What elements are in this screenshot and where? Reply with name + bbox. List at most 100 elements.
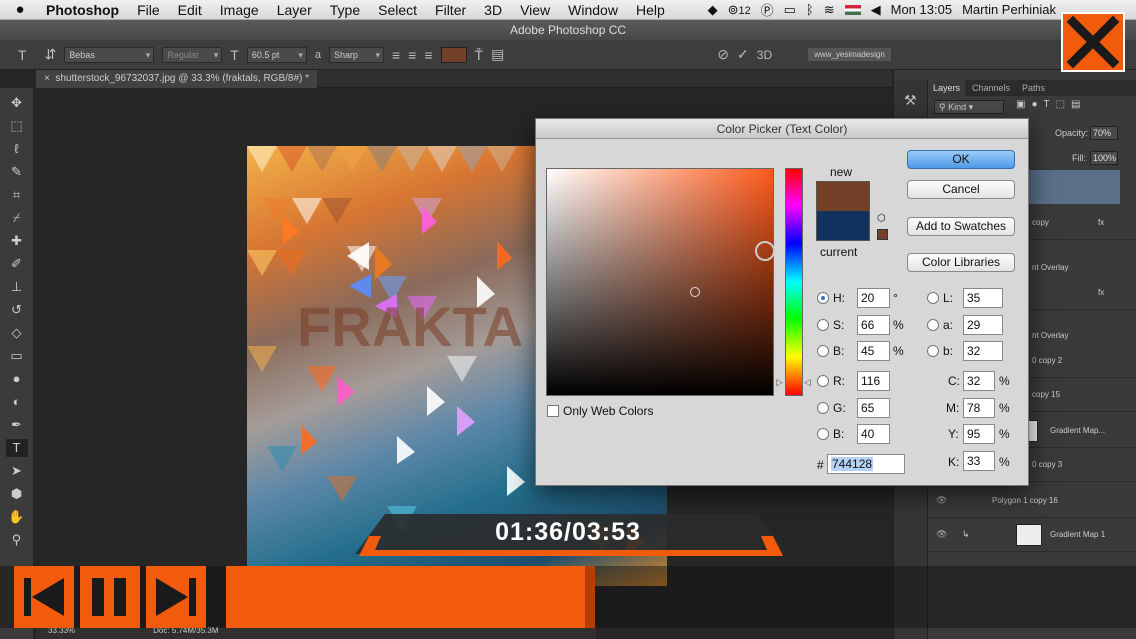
menu-window[interactable]: Window [559, 0, 627, 20]
selected-layer-highlight[interactable] [1029, 170, 1120, 204]
close-tab-icon[interactable]: × [44, 73, 50, 84]
healing-tool-icon[interactable]: ✚ [6, 232, 28, 250]
only-web-colors-checkbox[interactable] [547, 405, 559, 417]
character-panel-icon[interactable]: ▤ [491, 46, 504, 63]
marquee-tool-icon[interactable]: ⬚ [6, 117, 28, 135]
eyedropper-tool-icon[interactable]: ⌿ [6, 209, 28, 227]
path-select-tool-icon[interactable]: ➤ [6, 462, 28, 480]
history-brush-icon[interactable]: ↺ [6, 301, 28, 319]
menu-help[interactable]: Help [627, 0, 674, 20]
fx-icon[interactable]: fx [1098, 288, 1104, 297]
hue-slider-right-arrow[interactable]: ◁ [804, 377, 811, 388]
pen-tool-icon[interactable]: ✒ [6, 416, 28, 434]
shape-tool-icon[interactable]: ⬢ [6, 485, 28, 503]
magenta-input[interactable]: 78 [963, 398, 995, 418]
apple-icon[interactable]: ● [0, 1, 40, 18]
hand-tool-icon[interactable]: ✋ [6, 508, 28, 526]
lab-a-input[interactable]: 29 [963, 315, 1003, 335]
tab-channels[interactable]: Channels [967, 80, 1015, 96]
layer-row[interactable]: 👁 Polygon 1 copy 16 [928, 484, 1136, 518]
align-right-icon[interactable]: ≡ [424, 47, 432, 63]
green-input[interactable]: 65 [857, 398, 890, 418]
cancel-button[interactable]: Cancel [907, 180, 1015, 199]
pause-button[interactable] [80, 566, 140, 628]
blue-radio[interactable] [817, 428, 829, 440]
ok-button[interactable]: OK [907, 150, 1015, 169]
text-color-swatch[interactable] [440, 46, 467, 63]
color-libraries-button[interactable]: Color Libraries [907, 253, 1015, 272]
brush-tool-icon[interactable]: ✐ [6, 255, 28, 273]
align-left-icon[interactable]: ≡ [392, 47, 400, 63]
lab-b-input[interactable]: 32 [963, 341, 1003, 361]
blur-tool-icon[interactable]: ● [6, 370, 28, 388]
document-tab[interactable]: × shutterstock_96732037.jpg @ 33.3% (fra… [36, 70, 318, 88]
cube-warning-icon[interactable]: ⬡ [877, 213, 886, 224]
color-field-cursor[interactable] [690, 287, 700, 297]
wifi-icon[interactable]: ≋ [824, 2, 835, 18]
previous-button[interactable] [14, 566, 74, 628]
filter-kind-select[interactable]: ⚲ Kind ▾ [934, 100, 1004, 114]
menu-image[interactable]: Image [211, 0, 268, 20]
opacity-field[interactable]: 70% [1090, 126, 1118, 140]
lab-a-radio[interactable] [927, 319, 939, 331]
green-radio[interactable] [817, 402, 829, 414]
hue-slider-left-arrow[interactable]: ▷ [776, 377, 783, 388]
hue-radio[interactable] [817, 292, 829, 304]
lasso-tool-icon[interactable]: ℓ [6, 140, 28, 158]
eye-icon[interactable]: 👁 [936, 529, 947, 540]
layer-row[interactable]: 👁 ↳ Gradient Map 1 [928, 518, 1136, 552]
hex-input[interactable]: 744128 [827, 454, 905, 474]
font-family-select[interactable]: Bebas [64, 46, 155, 63]
menu-app-name[interactable]: Photoshop [40, 0, 128, 20]
hue-slider[interactable] [785, 168, 803, 396]
progress-handle[interactable] [585, 566, 595, 628]
fill-field[interactable]: 100% [1090, 151, 1118, 165]
menu-layer[interactable]: Layer [268, 0, 321, 20]
menu-3d[interactable]: 3D [475, 0, 511, 20]
user-name[interactable]: Martin Perhiniak [962, 2, 1056, 17]
airplay-icon[interactable]: ▭ [784, 2, 796, 18]
volume-icon[interactable]: ◀ [871, 2, 881, 18]
bluetooth-icon[interactable]: ᛒ [806, 2, 814, 17]
red-input[interactable]: 116 [857, 371, 890, 391]
cc-icon[interactable]: ⊚12 [728, 2, 751, 18]
zoom-tool-icon[interactable]: ⚲ [6, 531, 28, 549]
crop-tool-icon[interactable]: ⌗ [6, 186, 28, 204]
menu-type[interactable]: Type [321, 0, 369, 20]
lab-l-input[interactable]: 35 [963, 288, 1003, 308]
quick-select-tool-icon[interactable]: ✎ [6, 163, 28, 181]
menu-filter[interactable]: Filter [426, 0, 475, 20]
dodge-tool-icon[interactable]: ◐ [6, 393, 28, 411]
workspace-field[interactable]: www_yesimadesign [808, 48, 891, 61]
clock[interactable]: Mon 13:05 [891, 2, 952, 17]
toggle-orientation-icon[interactable]: ⇵ [45, 46, 57, 63]
lab-l-radio[interactable] [927, 292, 939, 304]
yellow-input[interactable]: 95 [963, 424, 995, 444]
align-center-icon[interactable]: ≡ [408, 47, 416, 63]
blue-input[interactable]: 40 [857, 424, 890, 444]
next-button[interactable] [146, 566, 206, 628]
fx-icon[interactable]: fx [1098, 218, 1104, 227]
black-input[interactable]: 33 [963, 451, 995, 471]
menu-file[interactable]: File [128, 0, 169, 20]
saturation-radio[interactable] [817, 319, 829, 331]
antialias-select[interactable]: Sharp [328, 46, 384, 63]
web-safe-swatch[interactable] [877, 229, 888, 240]
eye-icon[interactable]: 👁 [936, 495, 947, 506]
progress-track[interactable] [226, 566, 1126, 628]
lab-b-radio[interactable] [927, 345, 939, 357]
close-video-button[interactable] [1061, 12, 1125, 72]
font-style-select[interactable]: Regular [162, 46, 223, 63]
color-field[interactable] [546, 168, 775, 396]
cancel-icon[interactable]: ⊘ [717, 46, 729, 63]
filter-icons[interactable]: ▣●T⬚▤ [1016, 99, 1087, 110]
move-tool-icon[interactable]: ✥ [6, 94, 28, 112]
current-color-swatch[interactable] [816, 211, 870, 241]
add-to-swatches-button[interactable]: Add to Swatches [907, 217, 1015, 236]
flag-icon[interactable] [844, 4, 861, 15]
tab-paths[interactable]: Paths [1017, 80, 1050, 96]
warp-text-icon[interactable]: Ť [475, 47, 484, 63]
menu-view[interactable]: View [511, 0, 559, 20]
brightness-radio[interactable] [817, 345, 829, 357]
hue-input[interactable]: 20 [857, 288, 890, 308]
